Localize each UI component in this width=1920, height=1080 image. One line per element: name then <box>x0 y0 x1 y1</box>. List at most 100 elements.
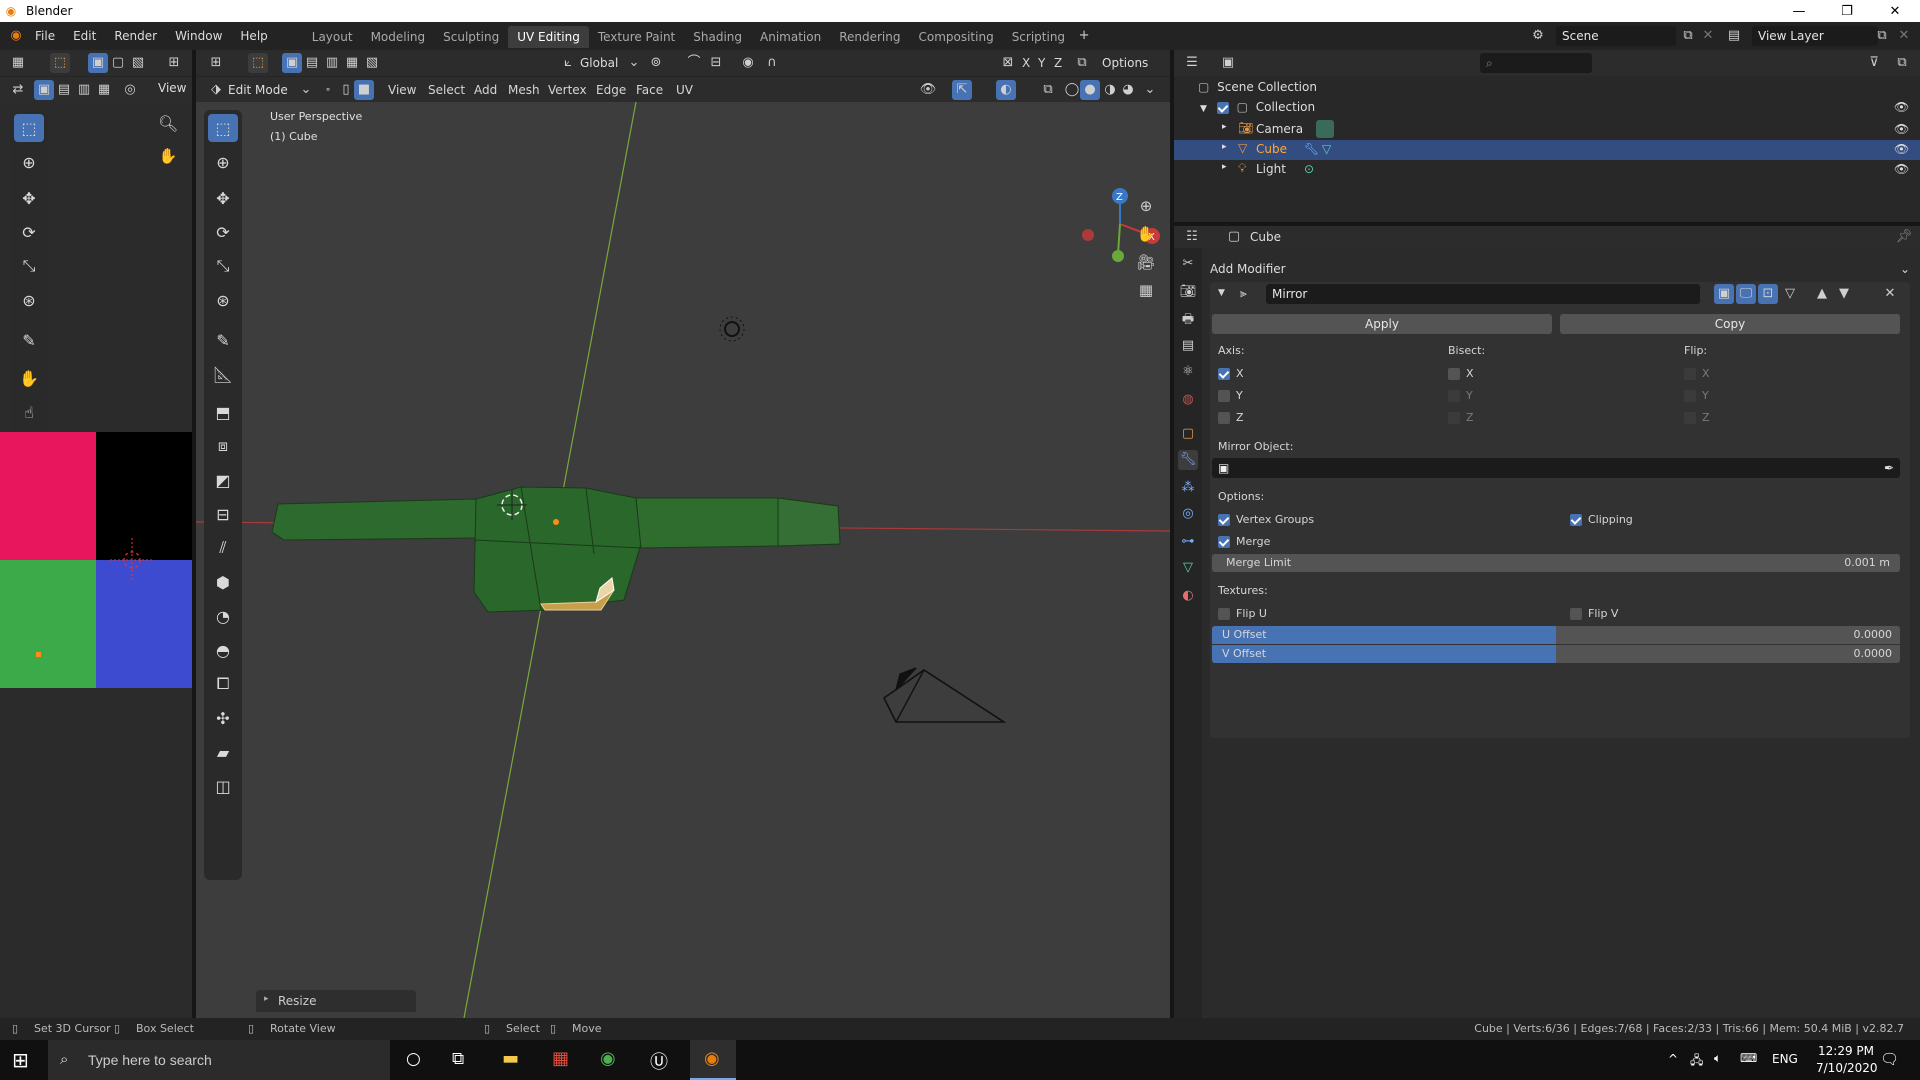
poly-build-tool[interactable]: ⬢ <box>208 568 238 596</box>
clipping-toggle[interactable]: Clipping <box>1570 512 1633 526</box>
uv-pan-icon[interactable]: ✋ <box>158 146 178 166</box>
uv-grab-tool[interactable]: ✋ <box>14 364 44 392</box>
axis-z-checkbox[interactable] <box>1218 411 1230 424</box>
on-cage-toggle-icon[interactable]: ▽ <box>1780 284 1800 304</box>
axis-y-checkbox[interactable] <box>1218 389 1230 402</box>
options-dropdown[interactable]: Options <box>1102 56 1148 70</box>
snap-target-icon[interactable]: ⊟ <box>706 53 726 73</box>
tab-animation[interactable]: Animation <box>751 26 830 48</box>
menu-file[interactable]: File <box>26 22 64 50</box>
ortho-toggle-icon[interactable]: ▦ <box>1136 280 1156 300</box>
uv-scale-tool[interactable]: ⤡ <box>14 252 44 280</box>
uv-view-menu[interactable]: View <box>158 81 186 95</box>
last-operator-panel[interactable]: ▸ Resize <box>256 990 416 1012</box>
sticky-select-icon[interactable]: ⊞ <box>164 53 184 73</box>
uv-image[interactable] <box>0 432 192 738</box>
filter-icon[interactable]: ⊽ <box>1864 53 1884 73</box>
uv-face-select-icon[interactable]: ▥ <box>74 80 94 100</box>
flip-u-checkbox[interactable] <box>1218 607 1230 620</box>
notifications-icon[interactable]: 🗨︎ <box>1880 1050 1899 1068</box>
light-object-icon[interactable] <box>719 316 745 342</box>
task-view-icon[interactable]: ⧉ <box>452 1049 464 1069</box>
select-intersect-icon[interactable]: ▧ <box>362 53 382 73</box>
keyboard-icon[interactable]: ⌨ <box>1740 1051 1757 1065</box>
tray-chevron-icon[interactable]: ^ <box>1668 1052 1678 1066</box>
modifier-name-field[interactable]: Mirror <box>1266 284 1700 304</box>
xray-toggle-icon[interactable]: ⧉ <box>1038 80 1058 100</box>
cube-expand-icon[interactable]: ▸ <box>1222 142 1227 152</box>
view-layer-field[interactable]: View Layer <box>1752 26 1878 46</box>
merge-limit-field[interactable]: Merge Limit 0.001 m <box>1212 554 1900 572</box>
bisect-x-toggle[interactable]: X <box>1448 366 1474 380</box>
viewport-toggle-icon[interactable]: 🖵︎ <box>1736 284 1756 304</box>
vertex-select-mode-icon[interactable]: ⬞ <box>318 80 338 100</box>
uv-edge-mode-icon[interactable]: ▢ <box>108 53 128 73</box>
mirror-object-field[interactable]: ▣ ✒ <box>1212 458 1900 478</box>
properties-editor-type-icon[interactable]: ☷ <box>1182 227 1202 247</box>
outliner-editor-type-icon[interactable]: ☰ <box>1182 53 1202 73</box>
move-tool[interactable]: ✥ <box>208 184 238 212</box>
mirror-axis-y[interactable]: Y <box>1038 56 1045 70</box>
auto-merge-icon[interactable]: ⧉ <box>1072 53 1092 73</box>
select-new-icon[interactable]: ▣ <box>282 53 302 73</box>
view-layer-icon[interactable]: ▤ <box>1724 26 1744 46</box>
spin-tool[interactable]: ◔ <box>208 602 238 630</box>
uv-sync-icon[interactable]: ⇄ <box>8 80 28 100</box>
store-app-icon[interactable]: ▦ <box>552 1048 569 1069</box>
camera-data-icon[interactable] <box>1316 120 1334 138</box>
add-workspace-icon[interactable]: + <box>1074 26 1094 46</box>
tab-tool-icon[interactable]: ✂ <box>1178 254 1198 274</box>
display-mode-icon[interactable]: ▣ <box>1218 53 1238 73</box>
blender-menu-icon[interactable]: ◉ <box>6 26 26 46</box>
tab-layout[interactable]: Layout <box>303 26 362 48</box>
camera-object-icon[interactable] <box>883 667 1007 724</box>
cursor-tool[interactable]: ⊕ <box>208 148 238 176</box>
tab-modeling[interactable]: Modeling <box>362 26 435 48</box>
taskbar-search-box[interactable]: ⌕ Type here to search <box>48 1040 390 1080</box>
menu-face[interactable]: Face <box>636 83 663 97</box>
eyedropper-icon[interactable]: ✒ <box>1884 458 1894 478</box>
select-subtract-icon[interactable]: ▥ <box>322 53 342 73</box>
move-down-icon[interactable]: ▼ <box>1834 284 1854 304</box>
clipping-checkbox[interactable] <box>1570 513 1582 526</box>
modifier-wrench-icon[interactable]: 🔧︎ <box>1304 142 1319 156</box>
transform-orientation-dropdown[interactable]: Global <box>580 56 618 70</box>
proportional-edit-icon[interactable]: ◉ <box>738 53 758 73</box>
close-button[interactable]: ✕ <box>1872 0 1918 22</box>
editmode-toggle-icon[interactable]: ▣ <box>1714 284 1734 304</box>
uv-vertex-select-icon[interactable]: ▣ <box>34 80 54 100</box>
chrome-icon[interactable]: ◉ <box>600 1048 616 1069</box>
light-expand-icon[interactable]: ▸ <box>1222 162 1227 172</box>
menu-window[interactable]: Window <box>166 22 231 50</box>
uv-island-select-icon[interactable]: ▦ <box>94 80 114 100</box>
axis-z-toggle[interactable]: Z <box>1218 410 1244 424</box>
axis-y-toggle[interactable]: Y <box>1218 388 1243 402</box>
v-offset-slider[interactable]: V Offset 0.0000 <box>1212 645 1900 663</box>
tab-shading[interactable]: Shading <box>684 26 751 48</box>
extrude-tool[interactable]: ⬒ <box>208 398 238 426</box>
collection-row[interactable]: ▼ ▢ Collection 👁︎ <box>1200 100 1920 114</box>
viewport-scene[interactable]: Z X <box>196 102 1170 1018</box>
blender-taskbar-button[interactable]: ◉ <box>690 1040 736 1080</box>
unreal-engine-icon[interactable]: Ⓤ <box>650 1048 668 1074</box>
tab-data-icon[interactable]: ▽ <box>1178 558 1198 578</box>
tab-render-icon[interactable]: 📷︎ <box>1178 282 1198 302</box>
flip-v-toggle[interactable]: Flip V <box>1570 606 1618 620</box>
select-box-tool[interactable]: ⬚ <box>208 114 238 142</box>
tab-constraints-icon[interactable]: ⊶ <box>1178 532 1198 552</box>
loop-cut-tool[interactable]: ⊟ <box>208 500 238 528</box>
outliner-row-light[interactable]: ▸ 💡︎ Light ⊙ 👁︎ <box>1174 160 1920 180</box>
scale-tool[interactable]: ⤡ <box>208 252 238 280</box>
transform-tool[interactable]: ⊛ <box>208 286 238 314</box>
delete-scene-icon[interactable]: ✕ <box>1698 26 1718 46</box>
mesh-data-icon[interactable]: ▽ <box>1322 142 1331 156</box>
copy-button[interactable]: Copy <box>1560 314 1900 334</box>
uv-pivot-icon[interactable]: ◎ <box>120 80 140 100</box>
modifier-collapse-icon[interactable]: ▼ <box>1218 288 1225 298</box>
vertex-groups-checkbox[interactable] <box>1218 513 1230 526</box>
axis-x-checkbox[interactable] <box>1218 367 1230 380</box>
uv-zoom-icon[interactable]: 🔍︎ <box>158 114 178 134</box>
select-extend-icon[interactable]: ▤ <box>302 53 322 73</box>
uv-vertex[interactable] <box>36 652 41 657</box>
menu-edit[interactable]: Edit <box>64 22 105 50</box>
